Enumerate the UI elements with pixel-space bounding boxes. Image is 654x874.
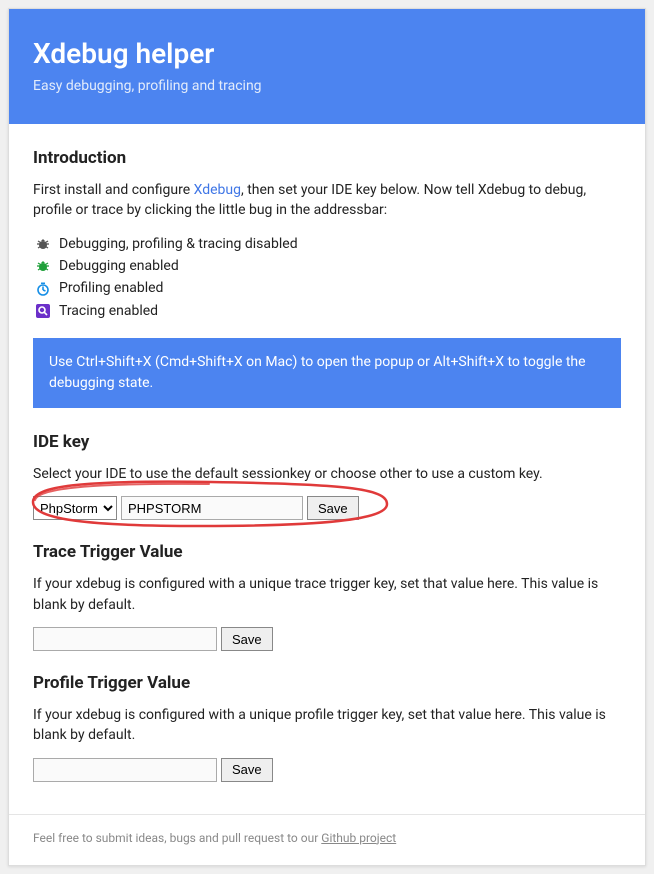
status-label: Profiling enabled <box>59 277 163 299</box>
ide-key-description: Select your IDE to use the default sessi… <box>33 464 621 484</box>
status-disabled: Debugging, profiling & tracing disabled <box>35 233 621 255</box>
trace-trigger-input[interactable] <box>33 627 217 651</box>
ide-key-section: IDE key Select your IDE to use the defau… <box>33 432 621 520</box>
trace-trigger-heading: Trace Trigger Value <box>33 542 621 562</box>
status-list: Debugging, profiling & tracing disabled … <box>33 233 621 323</box>
status-label: Tracing enabled <box>59 300 158 322</box>
status-debugging: Debugging enabled <box>35 255 621 277</box>
profile-trigger-heading: Profile Trigger Value <box>33 673 621 693</box>
trace-trigger-description: If your xdebug is configured with a uniq… <box>33 574 621 615</box>
ide-key-save-button[interactable]: Save <box>307 496 359 520</box>
ide-select[interactable]: PhpStorm <box>33 496 117 520</box>
clock-icon <box>35 281 51 297</box>
profile-trigger-form-row: Save <box>33 758 621 782</box>
search-icon <box>35 303 51 319</box>
shortcut-tip: Use Ctrl+Shift+X (Cmd+Shift+X on Mac) to… <box>33 338 621 408</box>
app-subtitle: Easy debugging, profiling and tracing <box>33 78 621 94</box>
profile-trigger-section: Profile Trigger Value If your xdebug is … <box>33 673 621 782</box>
app-title: Xdebug helper <box>33 37 621 70</box>
footer: Feel free to submit ideas, bugs and pull… <box>9 814 645 865</box>
bug-debug-icon <box>35 258 51 274</box>
ide-key-heading: IDE key <box>33 432 621 452</box>
status-label: Debugging enabled <box>59 255 179 277</box>
content: Introduction First install and configure… <box>9 124 645 814</box>
status-tracing: Tracing enabled <box>35 300 621 322</box>
github-link[interactable]: Github project <box>321 831 396 845</box>
trace-trigger-form-row: Save <box>33 627 621 651</box>
profile-trigger-input[interactable] <box>33 758 217 782</box>
ide-key-input[interactable] <box>121 496 303 520</box>
intro-heading: Introduction <box>33 148 621 168</box>
intro-text-before: First install and configure <box>33 182 194 198</box>
status-label: Debugging, profiling & tracing disabled <box>59 233 298 255</box>
trace-trigger-section: Trace Trigger Value If your xdebug is co… <box>33 542 621 651</box>
footer-text: Feel free to submit ideas, bugs and pull… <box>33 831 321 845</box>
bug-disabled-icon <box>35 236 51 252</box>
header: Xdebug helper Easy debugging, profiling … <box>9 9 645 124</box>
ide-key-form-row: PhpStorm Save <box>33 496 621 520</box>
profile-trigger-save-button[interactable]: Save <box>221 758 273 782</box>
trace-trigger-save-button[interactable]: Save <box>221 627 273 651</box>
settings-card: Xdebug helper Easy debugging, profiling … <box>8 8 646 866</box>
xdebug-link[interactable]: Xdebug <box>194 182 241 198</box>
status-profiling: Profiling enabled <box>35 277 621 299</box>
profile-trigger-description: If your xdebug is configured with a uniq… <box>33 705 621 746</box>
intro-text: First install and configure Xdebug, then… <box>33 180 621 221</box>
